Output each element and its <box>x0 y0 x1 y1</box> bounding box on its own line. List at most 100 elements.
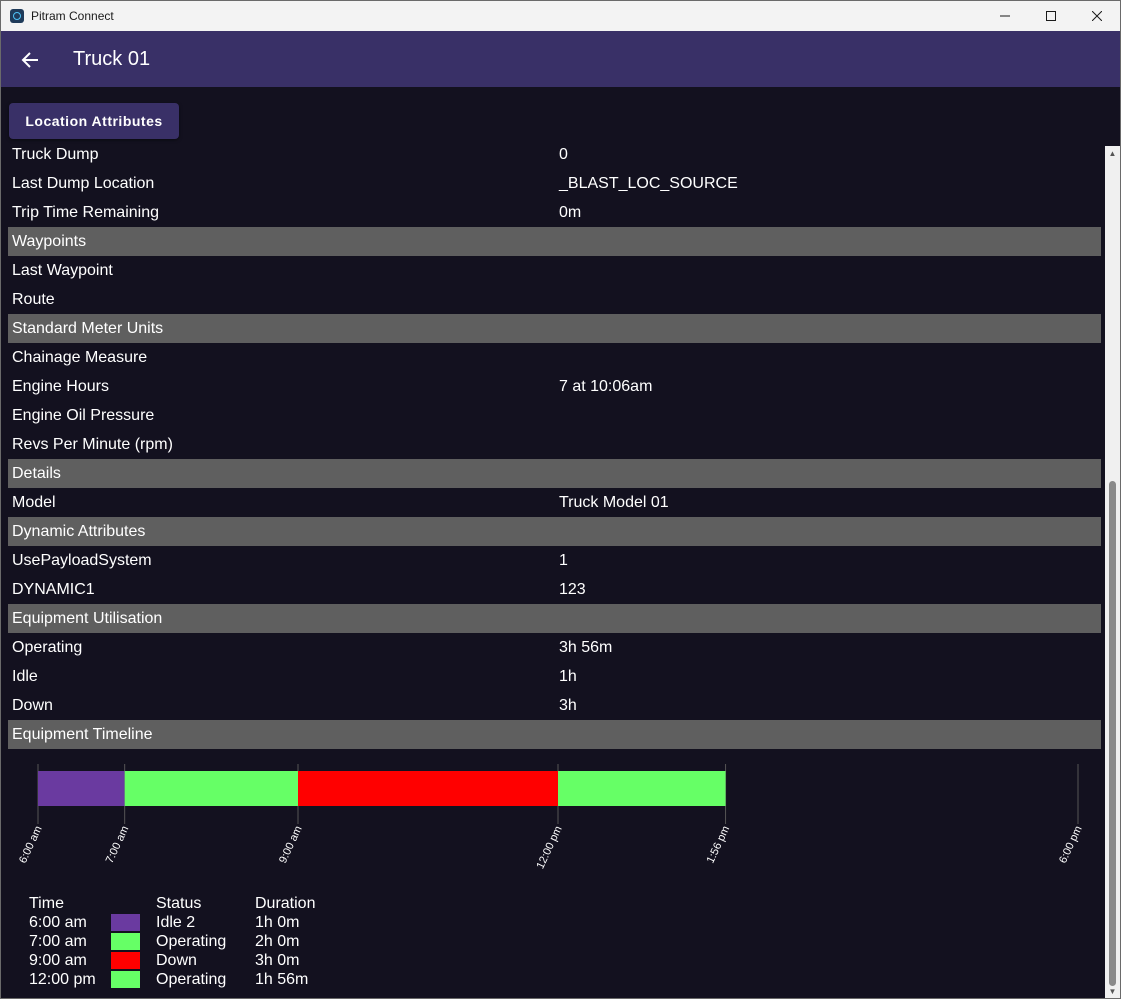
attribute-row: Truck Dump 0 <box>8 146 1101 169</box>
legend-status: Operating <box>156 933 227 950</box>
page-title: Truck 01 <box>73 48 151 70</box>
attribute-value: 3h 56m <box>559 639 613 656</box>
legend-entry: 12:00 pm Operating 1h 56m <box>29 970 349 989</box>
app-header: Truck 01 <box>1 31 1120 87</box>
timeline-segment[interactable] <box>124 771 299 806</box>
close-icon <box>1092 11 1102 21</box>
attribute-row: DYNAMIC1 123 <box>8 575 1101 604</box>
minimize-button[interactable] <box>982 1 1028 31</box>
legend-time: 6:00 am <box>29 914 87 931</box>
scroll-thumb[interactable] <box>1109 481 1116 986</box>
section-header: Equipment Utilisation <box>8 604 1101 633</box>
section-header: Waypoints <box>8 227 1101 256</box>
legend-swatch <box>111 933 140 950</box>
attribute-label: UsePayloadSystem <box>12 552 152 569</box>
legend-duration: 1h 0m <box>255 914 300 931</box>
timeline-segment[interactable] <box>298 771 558 806</box>
maximize-icon <box>1046 11 1056 21</box>
attribute-row: Engine Oil Pressure <box>8 401 1101 430</box>
section-title: Standard Meter Units <box>12 320 164 337</box>
attribute-label: Truck Dump <box>12 146 99 163</box>
attribute-label: DYNAMIC1 <box>12 581 95 598</box>
attribute-value: Truck Model 01 <box>559 494 669 511</box>
close-button[interactable] <box>1074 1 1120 31</box>
attribute-row: Engine Hours 7 at 10:06am <box>8 372 1101 401</box>
attribute-value: 1h <box>559 668 577 685</box>
legend-swatch <box>111 952 140 969</box>
window-title: Pitram Connect <box>31 9 114 23</box>
section-title: Waypoints <box>12 233 87 250</box>
attribute-row: Last Waypoint <box>8 256 1101 285</box>
attribute-row: UsePayloadSystem 1 <box>8 546 1101 575</box>
legend-header: Time Status Duration <box>29 894 349 913</box>
legend-status: Down <box>156 952 197 969</box>
legend-swatch <box>111 914 140 931</box>
legend-duration-header: Duration <box>255 895 316 912</box>
attribute-value: 123 <box>559 581 586 598</box>
timeline-legend: Time Status Duration 6:00 am Idle 2 1h 0m 7… <box>29 894 349 989</box>
app-logo-icon <box>10 9 24 23</box>
attribute-label: Model <box>12 494 56 511</box>
legend-entry: 7:00 am Operating 2h 0m <box>29 932 349 951</box>
scroll-up-icon[interactable]: ▲ <box>1105 146 1120 160</box>
section-header: Dynamic Attributes <box>8 517 1101 546</box>
attribute-label: Last Waypoint <box>12 262 113 279</box>
timeline-tick-label: 9:00 am <box>277 824 305 865</box>
legend-status-header: Status <box>156 895 202 912</box>
legend-entry: 6:00 am Idle 2 1h 0m <box>29 913 349 932</box>
timeline-tick-label: 1:56 pm <box>705 824 733 865</box>
attribute-value: 0 <box>559 146 568 163</box>
attribute-row: Route <box>8 285 1101 314</box>
legend-duration: 3h 0m <box>255 952 300 969</box>
section-header: Equipment Timeline <box>8 720 1101 749</box>
app-window: Pitram Connect Truck 01 Location Attribu… <box>0 0 1121 999</box>
legend-status: Idle 2 <box>156 914 196 931</box>
attribute-row: Trip Time Remaining 0m <box>8 198 1101 227</box>
legend-time-header: Time <box>29 895 64 912</box>
legend-time: 7:00 am <box>29 933 87 950</box>
timeline-tick-label: 6:00 pm <box>1057 824 1085 865</box>
legend-duration: 2h 0m <box>255 933 300 950</box>
attribute-rows: Truck Dump 0 Last Dump Location _BLAST_LOC_… <box>8 146 1101 749</box>
scroll-down-icon[interactable]: ▼ <box>1105 984 1120 998</box>
attribute-row: Down 3h <box>8 691 1101 720</box>
timeline-segment[interactable] <box>38 771 125 806</box>
maximize-button[interactable] <box>1028 1 1074 31</box>
section-header: Standard Meter Units <box>8 314 1101 343</box>
attribute-label: Engine Oil Pressure <box>12 407 155 424</box>
timeline-segment[interactable] <box>558 771 726 806</box>
timeline-tick-label: 12:00 pm <box>534 824 564 871</box>
legend-time: 9:00 am <box>29 952 87 969</box>
section-title: Equipment Utilisation <box>12 610 163 627</box>
attribute-row: Model Truck Model 01 <box>8 488 1101 517</box>
section-header: Details <box>8 459 1101 488</box>
attribute-label: Chainage Measure <box>12 349 148 366</box>
section-title: Dynamic Attributes <box>12 523 146 540</box>
legend-time: 12:00 pm <box>29 971 96 988</box>
attribute-row: Operating 3h 56m <box>8 633 1101 662</box>
section-title: Equipment Timeline <box>12 726 153 743</box>
attribute-value: _BLAST_LOC_SOURCE <box>559 175 738 192</box>
arrow-left-icon <box>21 52 38 68</box>
attribute-value: 3h <box>559 697 577 714</box>
location-attributes-button[interactable]: Location Attributes <box>9 103 179 139</box>
attribute-label: Last Dump Location <box>12 175 155 192</box>
legend-status: Operating <box>156 971 227 988</box>
timeline-tick-label: 7:00 am <box>104 824 132 865</box>
legend-duration: 1h 56m <box>255 971 309 988</box>
attribute-value: 7 at 10:06am <box>559 378 653 395</box>
attribute-row: Revs Per Minute (rpm) <box>8 430 1101 459</box>
window-titlebar[interactable]: Pitram Connect <box>1 1 1120 31</box>
legend-swatch <box>111 971 140 988</box>
vertical-scrollbar[interactable]: ▲ ▼ <box>1105 146 1120 998</box>
attribute-value: 0m <box>559 204 582 221</box>
attribute-value: 1 <box>559 552 568 569</box>
attribute-label: Route <box>12 291 55 308</box>
attribute-row: Last Dump Location _BLAST_LOC_SOURCE <box>8 169 1101 198</box>
attribute-label: Down <box>12 697 53 714</box>
attribute-row: Idle 1h <box>8 662 1101 691</box>
attribute-label: Operating <box>12 639 83 656</box>
timeline-tick-label: 6:00 am <box>17 824 45 865</box>
equipment-timeline-chart: 6:00 am 7:00 am 9:00 am 12:00 pm 1:56 pm 6:00… <box>17 764 1085 871</box>
back-button[interactable] <box>15 45 45 75</box>
